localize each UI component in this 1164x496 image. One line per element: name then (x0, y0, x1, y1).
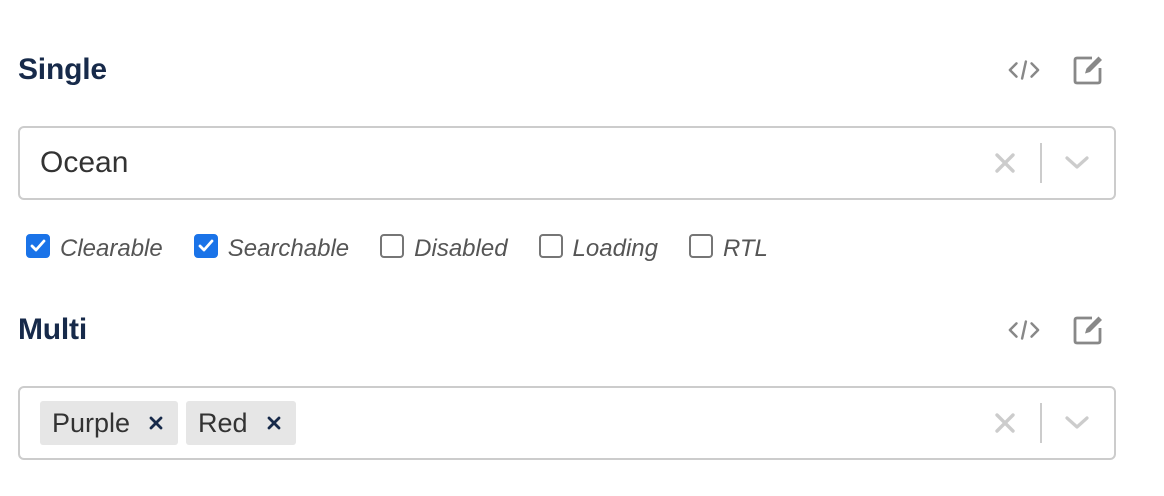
searchable-label: Searchable (227, 235, 350, 262)
rtl-checkbox[interactable] (688, 234, 713, 258)
code-icon[interactable] (1008, 54, 1040, 86)
chevron-down-icon[interactable] (1058, 144, 1096, 182)
single-header-actions (1008, 54, 1104, 86)
chip-label: Purple (52, 407, 131, 438)
chip-label: Red (198, 407, 248, 438)
option-disabled[interactable]: Disabled (380, 234, 508, 263)
disabled-label: Disabled (414, 235, 508, 262)
single-section-title: Single (18, 53, 107, 86)
clearable-checkbox[interactable] (26, 234, 50, 258)
single-section-header: Single (18, 48, 1118, 92)
chip-remove-icon[interactable] (258, 401, 290, 445)
option-loading[interactable]: Loading (538, 234, 658, 263)
close-icon[interactable] (986, 404, 1024, 442)
multi-select-value-container[interactable]: Purple Red (20, 388, 986, 458)
clearable-label: Clearable (60, 235, 163, 262)
single-select-value-container[interactable]: Ocean (20, 128, 986, 198)
multi-section-title: Multi (18, 313, 87, 346)
searchable-checkbox[interactable] (193, 234, 218, 258)
multi-value-chip: Red (186, 401, 296, 445)
single-select[interactable]: Ocean (18, 126, 1116, 200)
page: Single Ocean Clearable Searchable Disabl… (0, 0, 1164, 496)
indicator-separator (1040, 403, 1042, 443)
disabled-checkbox[interactable] (380, 234, 405, 258)
close-icon[interactable] (986, 144, 1024, 182)
loading-label: Loading (572, 235, 658, 262)
rtl-label: RTL (722, 235, 768, 262)
option-rtl[interactable]: RTL (688, 234, 768, 263)
multi-value-chip: Purple (40, 401, 179, 445)
indicator-separator (1040, 143, 1042, 183)
option-searchable[interactable]: Searchable (193, 234, 350, 263)
edit-icon[interactable] (1072, 314, 1104, 346)
chevron-down-icon[interactable] (1058, 404, 1096, 442)
loading-checkbox[interactable] (538, 234, 563, 258)
multi-section-header: Multi (18, 308, 1118, 352)
code-icon[interactable] (1008, 314, 1040, 346)
options-row: Clearable Searchable Disabled Loading RT… (26, 230, 799, 268)
single-select-value: Ocean (40, 146, 129, 179)
single-select-indicators (986, 128, 1114, 198)
multi-select[interactable]: Purple Red (18, 386, 1116, 460)
option-clearable[interactable]: Clearable (26, 234, 163, 263)
multi-header-actions (1008, 314, 1104, 346)
chip-remove-icon[interactable] (140, 401, 172, 445)
multi-select-indicators (986, 388, 1114, 458)
edit-icon[interactable] (1072, 54, 1104, 86)
